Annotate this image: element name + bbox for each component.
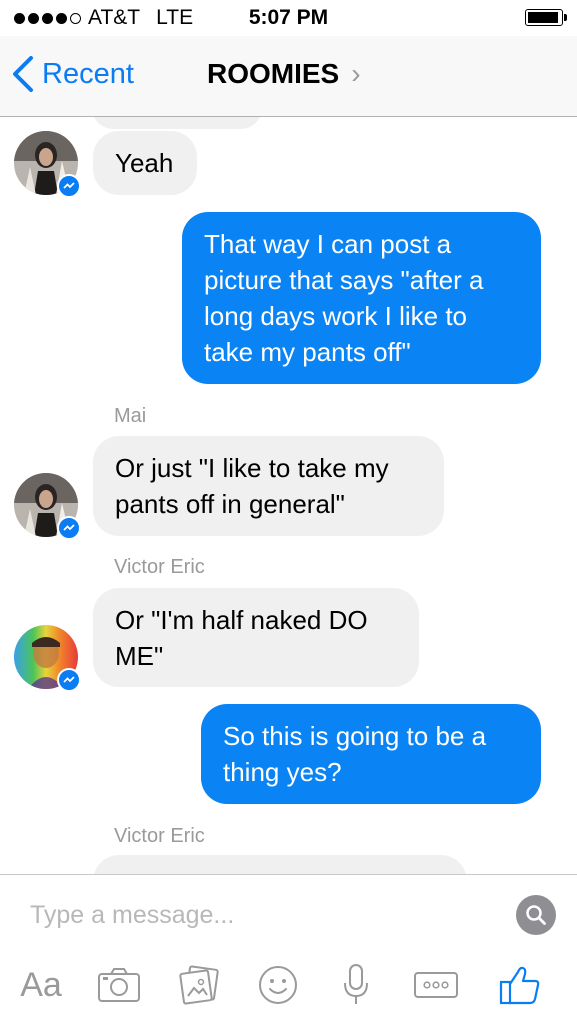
avatar-victor-eric[interactable] [14,625,81,692]
microphone-button[interactable] [338,959,374,1011]
camera-button[interactable] [96,959,142,1011]
composer: Aa [0,874,577,1025]
message-bubble-outgoing[interactable]: So this is going to be a thing yes? [201,704,541,804]
message-bubble-incoming[interactable]: Or just "I like to take my pants off in … [93,436,444,536]
status-bar: AT&T LTE 5:07 PM [0,0,577,36]
sender-name: Victor Eric [114,556,205,578]
message-text: Yeah [115,148,174,178]
sender-name: Mai [114,405,147,427]
more-icon [414,972,458,998]
back-chevron-icon [13,56,33,92]
composer-toolbar: Aa [0,959,577,1015]
messenger-badge-icon [57,516,81,540]
messenger-badge-icon [57,174,81,198]
message-bubble-incoming[interactable]: Yeah [93,131,197,195]
conversation-title[interactable]: ROOMIES › [207,58,361,90]
back-button-label: Recent [42,57,134,90]
title-chevron-icon: › [351,58,361,89]
emoji-button[interactable] [256,959,300,1011]
message-text: So this is going to be a thing yes? [223,721,487,787]
message-bubble-outgoing[interactable]: That way I can post a picture that says … [182,212,541,384]
message-bubble-partial [92,117,262,129]
nav-bar: Recent ROOMIES › [0,36,577,117]
search-button[interactable] [516,895,556,935]
avatar-mai[interactable] [14,131,81,198]
thumbs-up-icon [499,966,540,1005]
message-text: Or just "I like to take my pants off in … [115,453,389,519]
message-text: Or "I'm half naked DO ME" [115,605,368,671]
like-button[interactable] [496,959,544,1011]
message-bubble-incoming[interactable] [93,855,467,874]
camera-icon [98,968,140,1002]
text-format-button[interactable]: Aa [16,959,66,1011]
photo-gallery-button[interactable] [176,959,222,1011]
battery-icon [525,9,567,26]
message-text: That way I can post a picture that says … [204,229,484,367]
message-bubble-incoming[interactable]: Or "I'm half naked DO ME" [93,588,419,687]
back-button[interactable]: Recent [12,56,134,92]
search-icon [526,905,546,925]
message-input[interactable] [28,897,502,933]
emoji-icon [259,966,297,1004]
sender-name: Victor Eric [114,825,205,847]
status-time: 5:07 PM [248,6,329,29]
conversation-title-text: ROOMIES [207,58,340,89]
microphone-icon [344,964,368,1004]
avatar-mai[interactable] [14,473,81,540]
messenger-badge-icon [57,668,81,692]
more-button[interactable] [412,959,460,1011]
photo-gallery-icon [179,965,219,1005]
message-list[interactable]: Yeah That way I can post a picture that … [0,117,577,874]
